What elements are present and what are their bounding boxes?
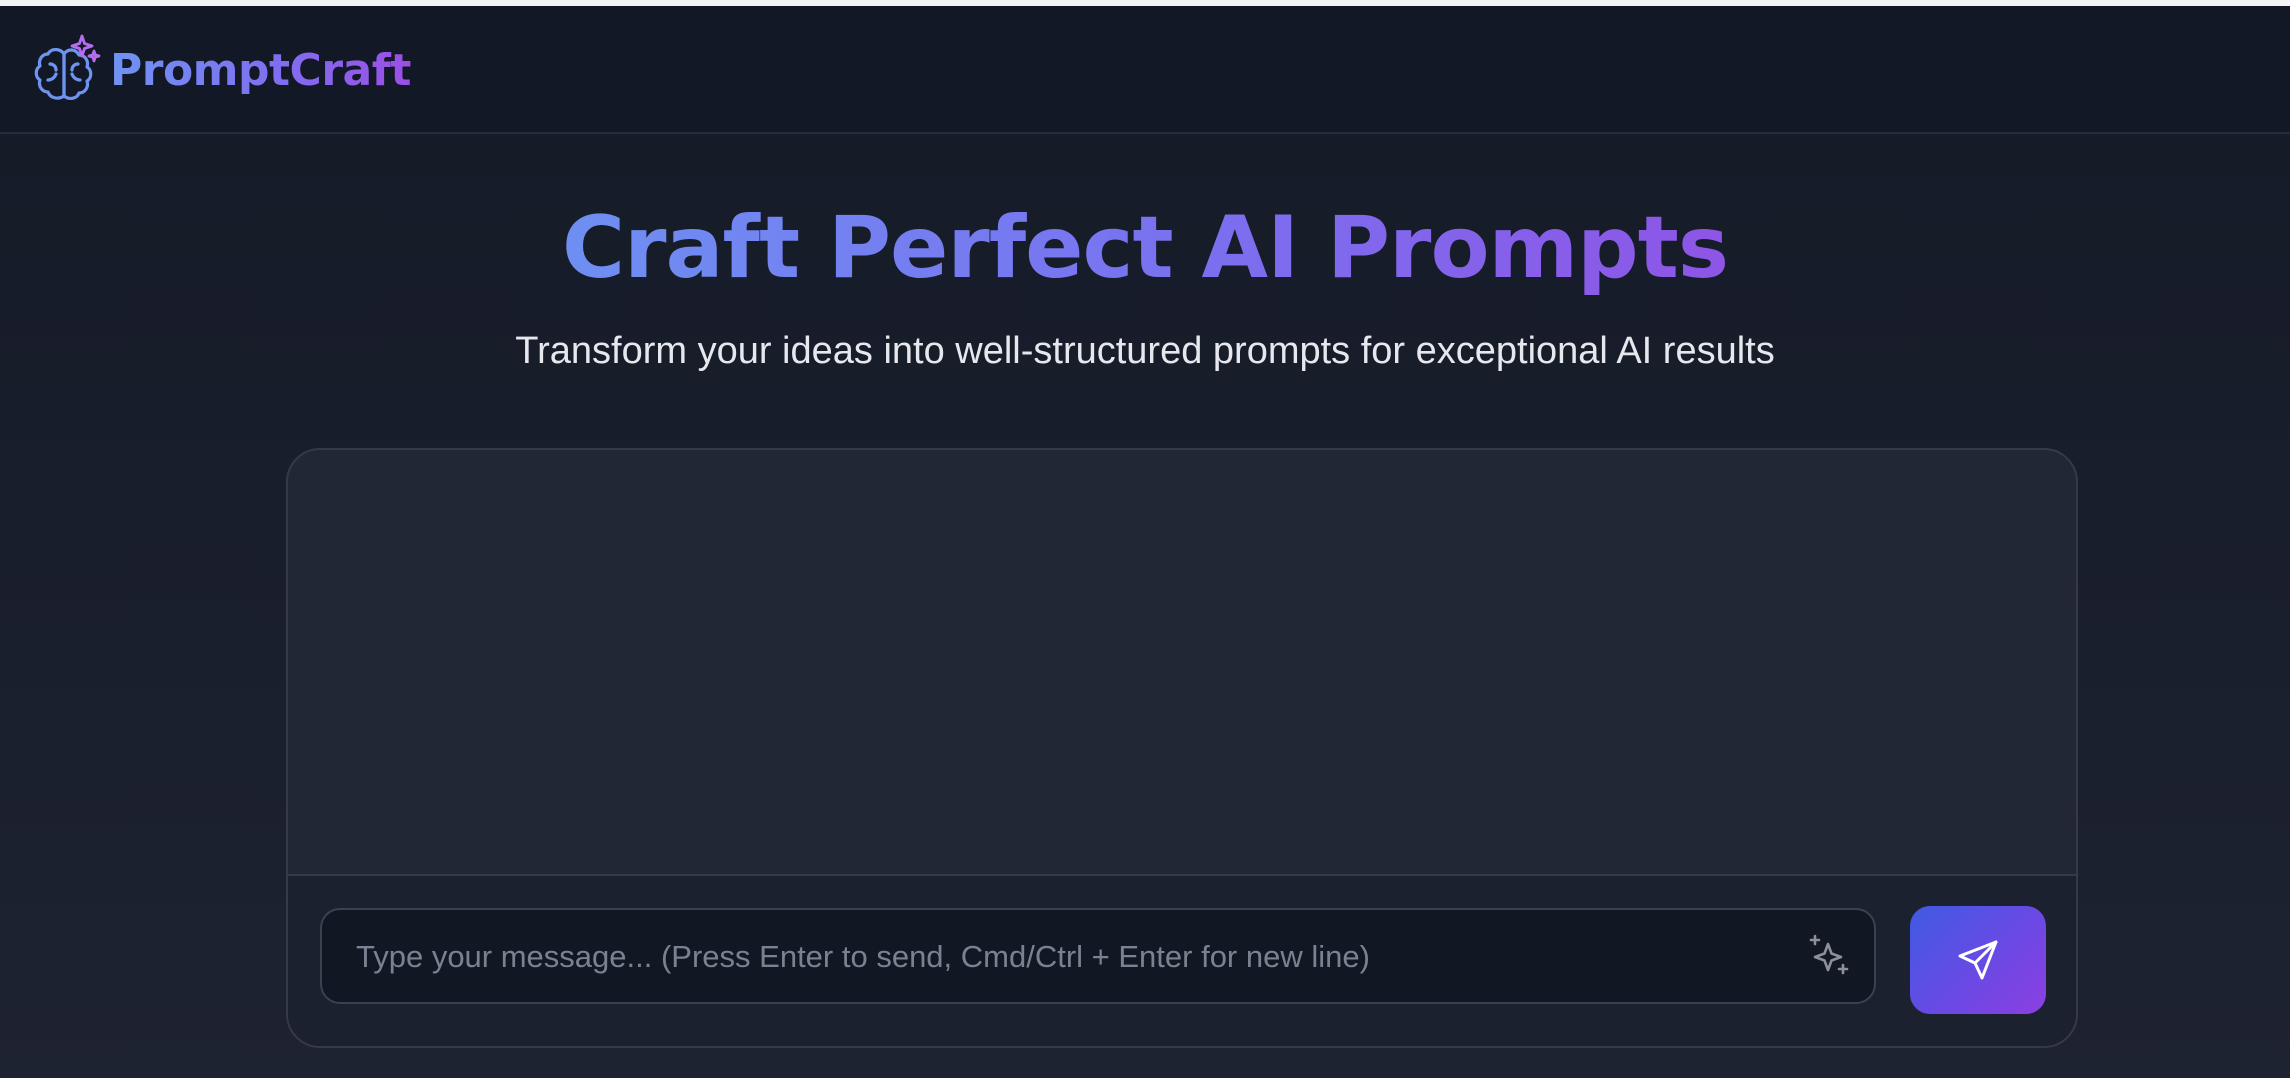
- sparkles-icon[interactable]: [1806, 932, 1852, 978]
- page-subtitle: Transform your ideas into well-structure…: [515, 330, 1775, 372]
- send-button[interactable]: [1910, 906, 2046, 1014]
- message-input-container[interactable]: [320, 908, 1876, 1004]
- top-header: PromptCraft: [0, 6, 2290, 134]
- send-icon: [1958, 940, 1998, 980]
- chat-input-bar: [288, 874, 2076, 1046]
- page-title: Craft Perfect AI Prompts: [0, 198, 2290, 298]
- message-input[interactable]: [354, 910, 1758, 1004]
- brain-sparkles-icon: [34, 34, 101, 100]
- page-title-text: Craft Perfect AI Prompts: [561, 198, 1729, 298]
- app-name: PromptCraft: [110, 44, 411, 96]
- app-logo[interactable]: PromptCraft: [30, 30, 411, 110]
- app-root: PromptCraft Craft Perfect AI Prompts Tra…: [0, 0, 2290, 1078]
- chat-messages-area[interactable]: [288, 450, 2076, 874]
- chat-panel: [286, 448, 2078, 1048]
